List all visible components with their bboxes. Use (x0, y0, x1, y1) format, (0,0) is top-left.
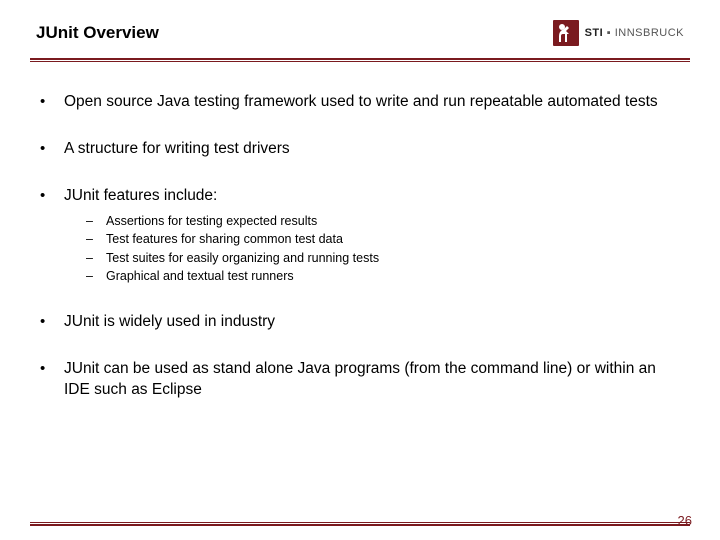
bullet-text: JUnit features include: (64, 187, 217, 204)
sub-bullet-item: Test suites for easily organizing and ru… (86, 250, 684, 268)
bullet-item: A structure for writing test drivers (36, 139, 684, 160)
logo-location: INNSBRUCK (615, 27, 684, 39)
footer-rule-thick (30, 524, 690, 526)
slide-title: JUnit Overview (36, 23, 159, 43)
bullet-item: JUnit can be used as stand alone Java pr… (36, 359, 684, 401)
sub-bullet-item: Graphical and textual test runners (86, 268, 684, 286)
sub-bullet-item: Test features for sharing common test da… (86, 231, 684, 249)
logo-icon (553, 20, 579, 46)
page-number: 26 (678, 513, 692, 528)
logo-brand: STI (585, 27, 604, 39)
sti-logo: STI ▪ INNSBRUCK (553, 20, 684, 46)
bullet-item: JUnit features include: Assertions for t… (36, 186, 684, 286)
slide-header: JUnit Overview STI ▪ INNSBRUCK (0, 0, 720, 58)
sub-bullet-item: Assertions for testing expected results (86, 213, 684, 231)
bullet-list: Open source Java testing framework used … (36, 92, 684, 401)
footer-rule-thin (30, 522, 690, 523)
sub-bullet-list: Assertions for testing expected results … (64, 213, 684, 286)
header-rule-thick (30, 58, 690, 60)
slide-content: Open source Java testing framework used … (0, 62, 720, 401)
logo-text: STI ▪ INNSBRUCK (585, 27, 684, 39)
slide-footer: 26 (0, 521, 720, 526)
logo-sep: ▪ (603, 27, 615, 39)
bullet-item: Open source Java testing framework used … (36, 92, 684, 113)
bullet-item: JUnit is widely used in industry (36, 312, 684, 333)
